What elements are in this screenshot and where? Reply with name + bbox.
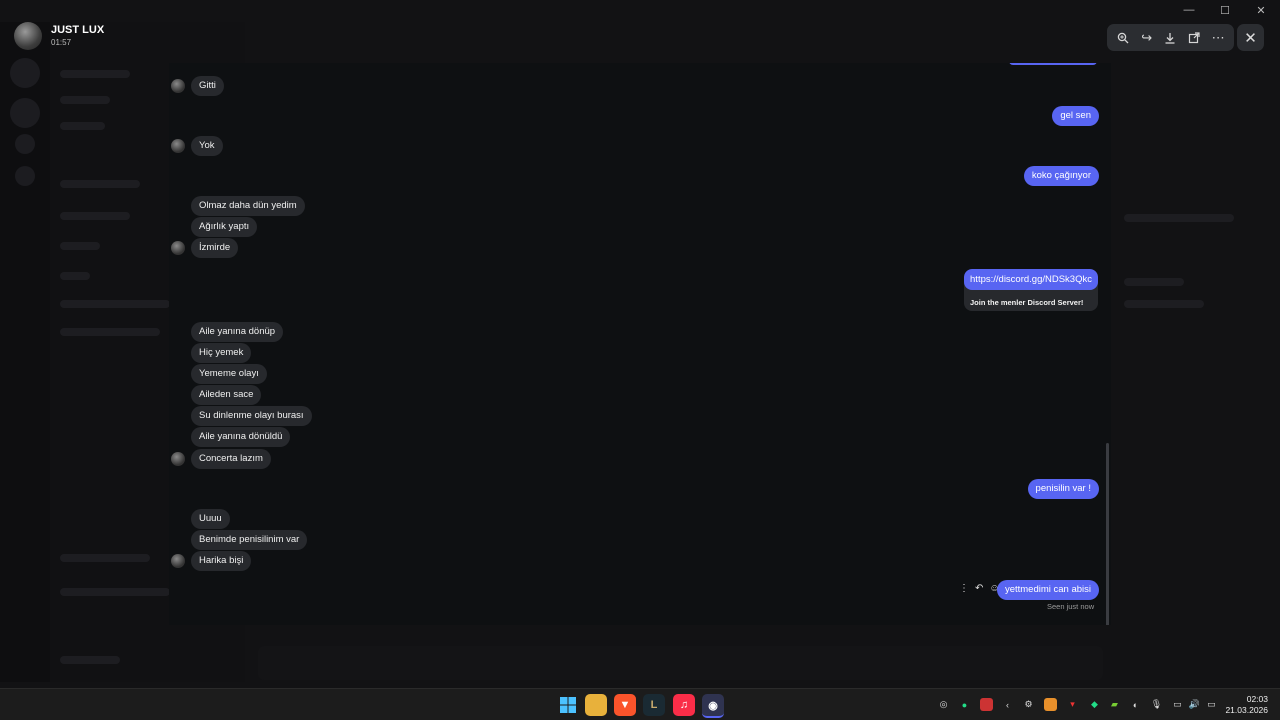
discord-icon[interactable]: ◉ xyxy=(702,694,724,718)
tray-icon[interactable]: ⚙ xyxy=(1022,698,1035,711)
message-bubble: Yememe olayı xyxy=(191,364,267,384)
chat-screenshot: Gitti gel sen Yok koko çağınyor Olmaz da… xyxy=(169,63,1111,625)
battery-icon[interactable]: ▭ xyxy=(1205,698,1218,711)
close-viewer-button[interactable]: ✕ xyxy=(1237,24,1264,51)
avatar xyxy=(171,241,185,255)
tray-icon[interactable]: ◎ xyxy=(937,698,950,711)
message-composer xyxy=(258,646,1103,680)
post-timestamp: 01:57 xyxy=(51,38,72,47)
guild-icon xyxy=(15,134,35,154)
system-clock[interactable]: 02:03 21.03.2026 xyxy=(1225,694,1268,716)
avatar xyxy=(171,554,185,568)
zoom-in-icon[interactable] xyxy=(1113,28,1133,48)
message-bubble: Aile yanına dönüldü xyxy=(191,427,291,447)
brave-icon[interactable]: ▼ xyxy=(614,694,636,716)
avatar xyxy=(14,22,42,50)
message-bubble: Benimde penisilinim var xyxy=(191,530,308,550)
message-bubble: Ağırlık yaptı xyxy=(191,217,258,237)
guild-icon xyxy=(15,166,35,186)
network-icon[interactable]: ▭ xyxy=(1171,698,1184,711)
music-icon[interactable]: ♫ xyxy=(673,694,695,716)
nvidia-icon[interactable]: ▰ xyxy=(1108,698,1121,711)
message-bubble: Su dinlenme olayı burası xyxy=(191,406,312,426)
minimize-icon[interactable]: — xyxy=(1176,2,1202,18)
tray-icon[interactable]: ‹ xyxy=(1001,698,1014,711)
viewer-author: JUST LUX 01:57 xyxy=(14,22,104,50)
message-bubble: yettmedimi can abisi xyxy=(996,580,1099,600)
open-external-icon[interactable] xyxy=(1184,28,1204,48)
invite-embed[interactable]: https://discord.gg/NDSk3Qkc Join the men… xyxy=(964,269,1098,311)
message-bubble: Gitti xyxy=(191,76,224,96)
member-list xyxy=(1112,190,1280,420)
message-bubble: Hiç yemek xyxy=(191,343,252,363)
invite-link[interactable]: https://discord.gg/NDSk3Qkc xyxy=(964,269,1098,290)
window-controls: — ☐ ✕ xyxy=(1176,2,1274,18)
avatar xyxy=(171,452,185,466)
message-bubble: penisilin var ! xyxy=(1027,479,1099,499)
tray-icon[interactable]: ◆ xyxy=(1088,698,1101,711)
embed-title: Join the menler Discord Server! xyxy=(970,298,1084,307)
scrollbar[interactable] xyxy=(1106,443,1109,625)
screen: — ☐ ✕ JUST LUX 01:57 ↪ ⋯ ✕ Gitti gel sen… xyxy=(0,0,1280,720)
guild-sidebar xyxy=(0,22,50,682)
message-bubble: Concerta lazım xyxy=(191,449,271,469)
message-bubble: İzmirde xyxy=(191,238,239,258)
more-options-icon[interactable]: ⋮ xyxy=(959,583,969,594)
file-explorer-icon[interactable] xyxy=(585,694,607,716)
tray-icon[interactable] xyxy=(980,698,993,711)
download-icon[interactable] xyxy=(1160,28,1180,48)
author-name: JUST LUX xyxy=(51,24,105,36)
seen-status: Seen just now xyxy=(1047,602,1095,611)
volume-icon[interactable]: 🔊 xyxy=(1188,698,1201,711)
message-bubble: Harika bişi xyxy=(191,551,252,571)
start-icon[interactable] xyxy=(557,694,579,716)
clock-time: 02:03 xyxy=(1246,694,1268,704)
maximize-icon[interactable]: ☐ xyxy=(1212,2,1238,18)
tray-icon[interactable] xyxy=(1044,698,1057,711)
message-bubble: Yok xyxy=(191,136,223,156)
league-icon[interactable]: L xyxy=(643,694,665,716)
avatar xyxy=(171,139,185,153)
message-actions: ⋮ ↶ ☺ xyxy=(959,583,1000,594)
message-bubble: Aileden sace xyxy=(191,385,262,405)
message-bubble: koko çağınyor xyxy=(1023,166,1099,186)
taskbar: ▼ L ♫ ◉ ◎ ● ‹ ⚙ ▾ ◆ ▰ ◐ 🎙 ▭ 🔊 ▭ 02:03 21… xyxy=(0,688,1280,720)
tray-icon[interactable]: ● xyxy=(958,698,971,711)
guild-icon xyxy=(10,98,40,128)
media-toolbar: ↪ ⋯ xyxy=(1107,24,1234,51)
message-bubble: gel sen xyxy=(1052,106,1099,126)
more-icon[interactable]: ⋯ xyxy=(1208,28,1228,48)
message-bubble: Uuuu xyxy=(191,509,230,529)
forward-icon[interactable]: ↪ xyxy=(1137,28,1157,48)
close-window-icon[interactable]: ✕ xyxy=(1248,2,1274,18)
tray-icon[interactable]: ▾ xyxy=(1066,698,1079,711)
avatar xyxy=(171,79,185,93)
guild-icon xyxy=(10,58,40,88)
clock-date: 21.03.2026 xyxy=(1225,705,1268,715)
clipped-message xyxy=(1009,63,1097,65)
message-bubble: Aile yanına dönüp xyxy=(191,322,284,342)
tray-icon[interactable]: ◐ xyxy=(1129,698,1142,711)
message-bubble: Olmaz daha dün yedim xyxy=(191,196,305,216)
microphone-icon[interactable]: 🎙 xyxy=(1150,698,1163,711)
reply-icon[interactable]: ↶ xyxy=(975,583,983,594)
